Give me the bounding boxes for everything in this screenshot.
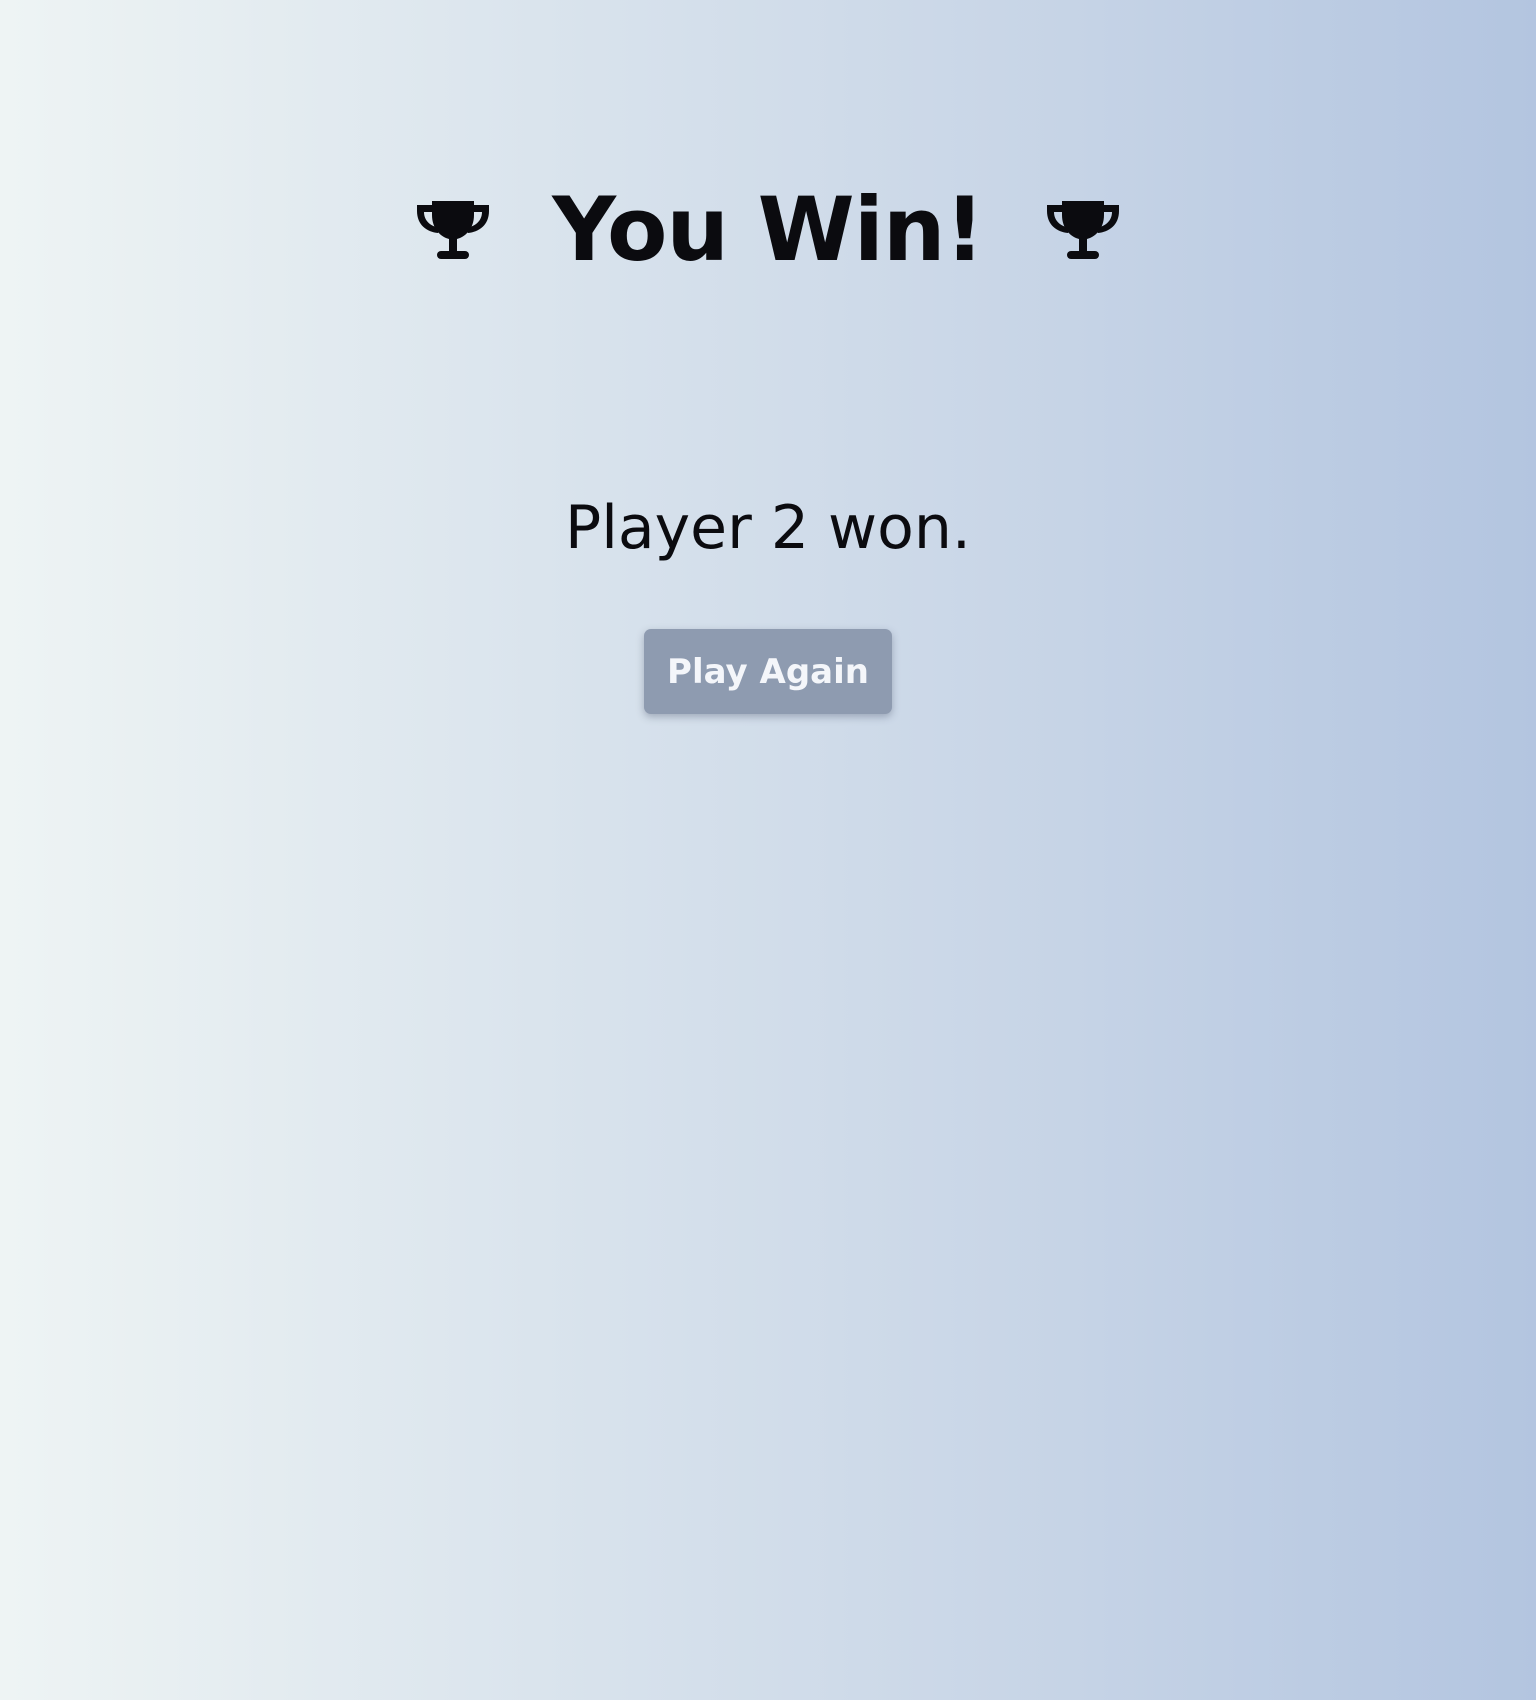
- play-again-button[interactable]: Play Again: [644, 629, 892, 714]
- win-screen: You Win! Player 2 won. Play Again: [0, 0, 1536, 1700]
- trophy-icon: [1042, 199, 1124, 261]
- headline: You Win!: [0, 170, 1536, 290]
- trophy-icon: [412, 199, 494, 261]
- page-title: You Win!: [552, 178, 984, 281]
- result-message: Player 2 won.: [565, 493, 971, 563]
